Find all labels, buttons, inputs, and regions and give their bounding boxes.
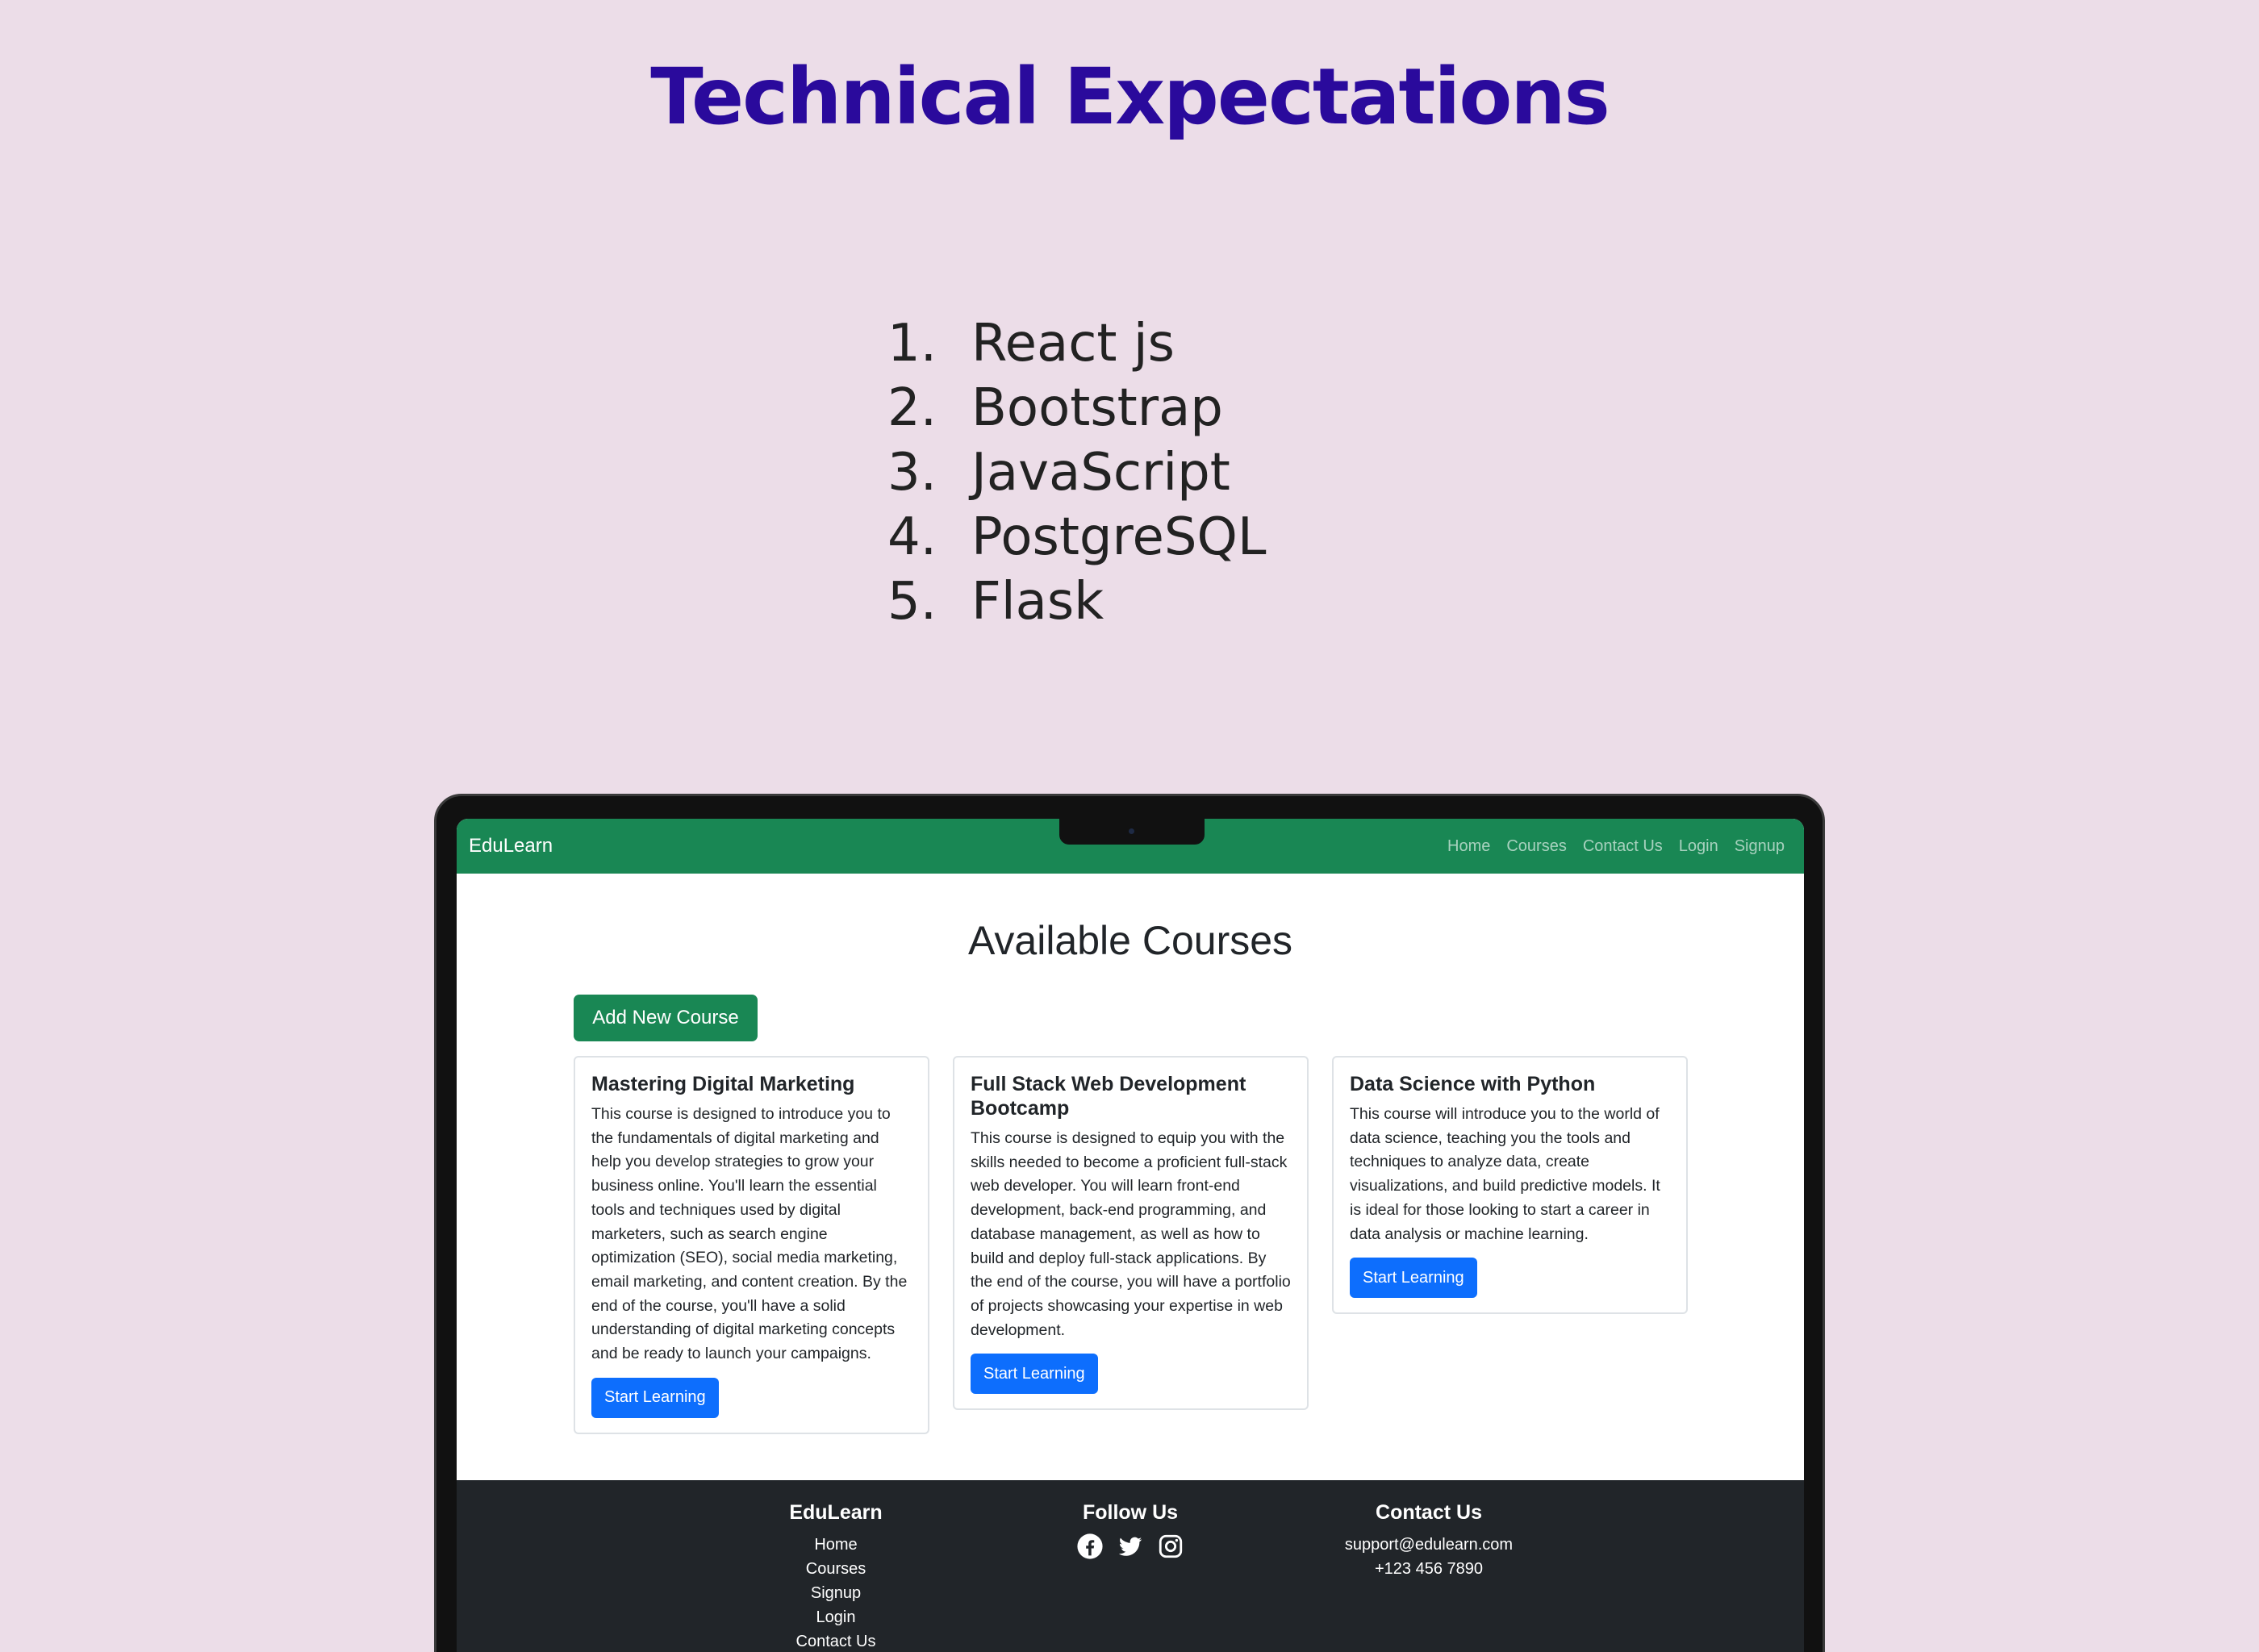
footer-brand-title: EduLearn bbox=[789, 1501, 883, 1524]
main-content: Available Courses Add New Course Masteri… bbox=[457, 874, 1804, 1487]
brand-link[interactable]: EduLearn bbox=[469, 835, 553, 857]
camera-icon bbox=[1129, 828, 1134, 834]
course-description: This course will introduce you to the wo… bbox=[1350, 1105, 1660, 1243]
instagram-icon[interactable] bbox=[1157, 1533, 1184, 1560]
course-title: Data Science with Python bbox=[1350, 1073, 1596, 1095]
course-title: Full Stack Web Development Bootcamp bbox=[971, 1073, 1246, 1120]
course-card: Full Stack Web Development Bootcamp This… bbox=[953, 1056, 1309, 1411]
nav-signup[interactable]: Signup bbox=[1735, 837, 1785, 856]
footer-link-login[interactable]: Login bbox=[666, 1605, 1005, 1629]
footer-follow-title: Follow Us bbox=[1082, 1501, 1179, 1524]
start-learning-button[interactable]: Start Learning bbox=[591, 1377, 719, 1418]
nav-home[interactable]: Home bbox=[1447, 837, 1490, 856]
start-learning-button[interactable]: Start Learning bbox=[971, 1354, 1098, 1395]
footer-link-contact[interactable]: Contact Us bbox=[666, 1629, 1005, 1652]
course-title: Mastering Digital Marketing bbox=[591, 1073, 855, 1095]
nav-links: Home Courses Contact Us Login Signup bbox=[1447, 837, 1785, 856]
social-icons bbox=[961, 1533, 1300, 1560]
footer-link-courses[interactable]: Courses bbox=[666, 1557, 1005, 1581]
start-learning-button[interactable]: Start Learning bbox=[1350, 1258, 1477, 1299]
facebook-icon[interactable] bbox=[1076, 1533, 1104, 1560]
page-title: Available Courses bbox=[967, 918, 1293, 963]
footer-follow-column: Follow Us bbox=[961, 1501, 1300, 1560]
course-card: Data Science with Python This course wil… bbox=[1332, 1056, 1688, 1315]
nav-login[interactable]: Login bbox=[1679, 837, 1718, 856]
footer-contact-column: Contact Us support@edulearn.com +123 456… bbox=[1259, 1501, 1598, 1581]
twitter-icon[interactable] bbox=[1117, 1533, 1144, 1560]
footer-link-home[interactable]: Home bbox=[666, 1533, 1005, 1557]
footer-link-signup[interactable]: Signup bbox=[666, 1581, 1005, 1605]
tech-list-item: 2. Bootstrap bbox=[887, 378, 1223, 438]
add-course-button[interactable]: Add New Course bbox=[574, 995, 758, 1041]
course-description: This course is designed to equip you wit… bbox=[971, 1129, 1291, 1339]
tech-list: 1. React js 2. Bootstrap 3. JavaScript 4. Po… bbox=[887, 311, 1266, 634]
tech-list-item: 3. JavaScript bbox=[887, 443, 1230, 503]
course-description: This course is designed to introduce you… bbox=[591, 1105, 908, 1363]
footer: EduLearn Home Courses Signup Login Conta… bbox=[457, 1480, 1804, 1652]
footer-email[interactable]: support@edulearn.com bbox=[1259, 1533, 1598, 1557]
camera-notch bbox=[1059, 817, 1205, 845]
tech-list-item: 5. Flask bbox=[887, 572, 1104, 632]
course-card: Mastering Digital Marketing This course … bbox=[574, 1056, 929, 1434]
slide-title: Technical Expectations bbox=[650, 52, 1610, 142]
footer-contact-title: Contact Us bbox=[1376, 1501, 1482, 1524]
tech-list-item: 4. PostgreSQL bbox=[887, 507, 1267, 567]
laptop-frame: EduLearn Home Courses Contact Us Login S… bbox=[434, 794, 1825, 1652]
footer-phone: +123 456 7890 bbox=[1374, 1560, 1484, 1578]
nav-contact[interactable]: Contact Us bbox=[1583, 837, 1663, 856]
footer-brand-column: EduLearn Home Courses Signup Login Conta… bbox=[666, 1501, 1005, 1652]
laptop-screen: EduLearn Home Courses Contact Us Login S… bbox=[457, 819, 1804, 1652]
tech-list-item: 1. React js bbox=[887, 314, 1175, 373]
nav-courses[interactable]: Courses bbox=[1506, 837, 1566, 856]
